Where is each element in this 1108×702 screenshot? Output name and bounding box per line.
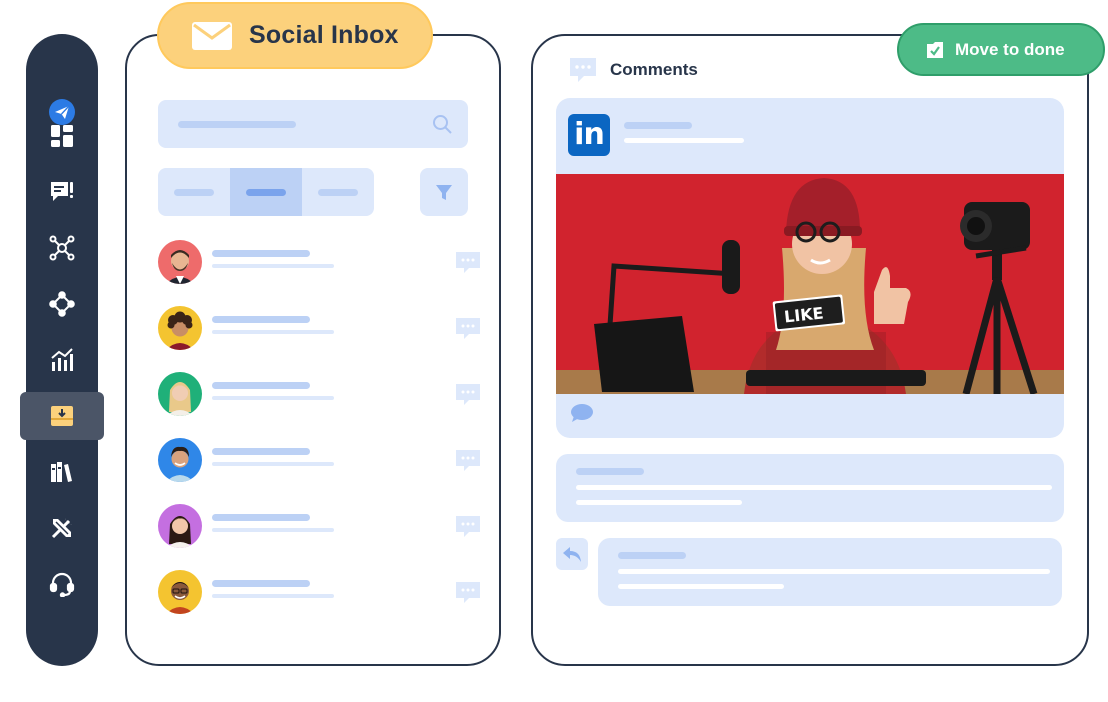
comment-author-bar xyxy=(576,468,644,475)
tab-1[interactable] xyxy=(158,168,230,216)
tools-icon xyxy=(51,518,72,539)
contact-name-bar xyxy=(212,514,310,521)
tab-3[interactable] xyxy=(302,168,374,216)
sidebar-item-analytics[interactable] xyxy=(26,336,98,384)
comment-bubble-icon xyxy=(456,318,480,339)
comments-header: Comments xyxy=(568,56,698,84)
sidebar-item-library[interactable] xyxy=(26,448,98,496)
comment-bubble-icon xyxy=(456,516,480,537)
tab-3-label-bar xyxy=(318,188,358,196)
comment-card[interactable] xyxy=(556,454,1064,522)
comment-bubble-icon xyxy=(456,384,480,405)
checklist-icon xyxy=(927,41,943,58)
contact-preview-bar xyxy=(212,462,334,466)
sidebar-item-dashboard[interactable] xyxy=(26,112,98,160)
reply-text-bar xyxy=(618,569,1050,574)
dashboard-icon xyxy=(51,125,73,147)
post-image: LIKE xyxy=(556,174,1064,394)
comments-icon xyxy=(570,58,596,82)
analytics-icon xyxy=(51,348,73,371)
tab-2[interactable] xyxy=(230,168,302,216)
reply-text-bar xyxy=(618,584,784,589)
contact-name-bar xyxy=(212,382,310,389)
linkedin-post-card: in LIKE xyxy=(556,98,1064,438)
list-item[interactable] xyxy=(158,372,488,418)
list-item[interactable] xyxy=(158,570,488,616)
sidebar-item-hub[interactable] xyxy=(26,280,98,328)
post-author-bar xyxy=(624,122,692,129)
support-headset-icon xyxy=(49,572,75,597)
move-to-done-label: Move to done xyxy=(955,39,1065,59)
app-stage: Social Inbox Comments Move to done in LI… xyxy=(0,0,1108,702)
sidebar-item-compose[interactable] xyxy=(26,168,98,216)
network-icon xyxy=(49,235,75,261)
contact-name-bar xyxy=(212,580,310,587)
tab-1-label-bar xyxy=(174,188,214,196)
compose-icon xyxy=(51,182,73,201)
sidebar-item-tools[interactable] xyxy=(26,504,98,552)
contact-preview-bar xyxy=(212,330,334,334)
sidebar-item-network[interactable] xyxy=(26,224,98,272)
search-input[interactable] xyxy=(158,100,468,148)
reply-author-bar xyxy=(618,552,686,559)
linkedin-logo-icon: in xyxy=(568,114,610,156)
envelope-icon xyxy=(192,21,232,50)
contact-name-bar xyxy=(212,316,310,323)
sidebar xyxy=(20,34,104,666)
move-to-done-button[interactable]: Move to done xyxy=(897,23,1105,76)
comments-title: Comments xyxy=(610,60,698,79)
reply-icon xyxy=(563,547,581,562)
reply-card[interactable] xyxy=(598,538,1062,606)
list-item[interactable] xyxy=(158,306,488,352)
comment-text-bar xyxy=(576,500,742,505)
tab-2-label-bar xyxy=(246,188,286,196)
avatar xyxy=(158,372,202,416)
comment-bubble-icon xyxy=(456,582,480,603)
post-comment-icon[interactable] xyxy=(570,403,594,423)
filter-icon xyxy=(436,185,452,200)
contact-preview-bar xyxy=(212,264,334,268)
avatar xyxy=(158,306,202,350)
hub-icon xyxy=(49,291,75,317)
avatar xyxy=(158,240,202,284)
reply-button[interactable] xyxy=(556,538,588,570)
avatar xyxy=(158,504,202,548)
list-item[interactable] xyxy=(158,504,488,550)
inbox-icon xyxy=(51,406,73,426)
post-photo: LIKE xyxy=(556,174,1064,394)
search-icon[interactable] xyxy=(432,114,452,134)
avatar xyxy=(158,570,202,614)
sidebar-item-inbox[interactable] xyxy=(20,392,104,440)
contact-name-bar xyxy=(212,250,310,257)
linkedin-logo-text: in xyxy=(574,117,605,152)
contact-name-bar xyxy=(212,448,310,455)
list-item[interactable] xyxy=(158,438,488,484)
sidebar-item-support[interactable] xyxy=(26,560,98,608)
social-inbox-title: Social Inbox xyxy=(249,21,399,49)
contact-preview-bar xyxy=(212,396,334,400)
comment-bubble-icon xyxy=(456,252,480,273)
inbox-tabs xyxy=(158,168,374,216)
avatar xyxy=(158,438,202,482)
comment-text-bar xyxy=(576,485,1052,490)
search-placeholder-bar xyxy=(178,121,296,128)
library-icon xyxy=(51,462,72,482)
social-inbox-header: Social Inbox xyxy=(157,2,433,69)
post-meta-bar xyxy=(624,138,744,143)
contact-preview-bar xyxy=(212,594,334,598)
comment-bubble-icon xyxy=(456,450,480,471)
contact-preview-bar xyxy=(212,528,334,532)
list-item[interactable] xyxy=(158,240,488,286)
filter-button[interactable] xyxy=(420,168,468,216)
